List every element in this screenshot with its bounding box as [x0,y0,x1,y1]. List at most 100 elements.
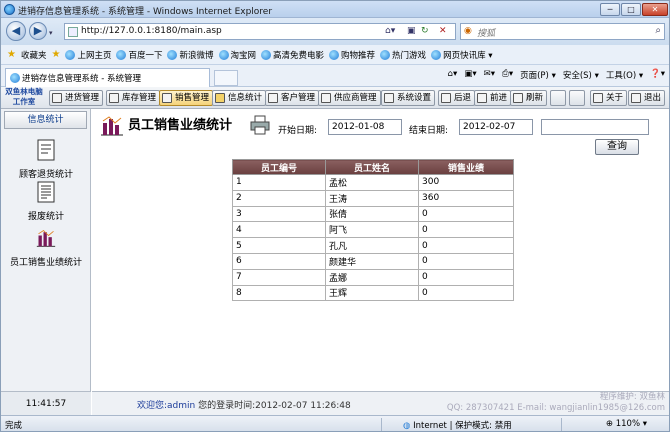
about-icon [593,93,603,103]
forward-icon [477,93,487,103]
history-dropdown-icon[interactable]: ▾ [49,29,53,37]
refresh-icon [513,93,523,103]
bar-chart-icon [36,229,56,247]
print-icon[interactable]: ⎙▾ [502,69,513,81]
favorites-label[interactable]: 收藏夹 [21,49,47,61]
maintainer-info: 程序维护: 双鱼林 QQ: 287307421 E-mail: wangjian… [446,392,665,413]
welcome-text: 欢迎您:admin 您的登录时间:2012-02-07 11:26:48 [137,401,351,411]
address-field[interactable]: http://127.0.0.1:8180/main.asp ⌂▾ ▣ ↻ ✕ [64,23,456,40]
add-favorite-icon[interactable]: ★ [51,49,60,60]
maximize-button[interactable]: □ [621,3,641,16]
browser-window: 进销存信息管理系统 - 系统管理 - Windows Internet Expl… [0,0,670,432]
report-icon [37,139,55,161]
sidebar-item-returns[interactable]: 顾客退货统计 [1,139,91,180]
sidebar-header[interactable]: 信息统计 [4,111,87,129]
ie-icon [4,4,15,15]
stop-icon[interactable]: ✕ [439,26,447,36]
ie-page-icon [167,49,178,60]
print-icon[interactable] [250,115,270,135]
ie-page-icon [65,49,76,60]
fav-item-1[interactable]: 百度一下 [116,49,162,61]
status-done: 完成 [5,421,23,431]
ie-page-icon [329,49,340,60]
app-toolbar: 双鱼林电脑工作室 进货管理 库存管理 销售管理 信息统计 客户管理 供应商管理 … [1,87,669,109]
customer-icon [268,93,278,103]
zoom-level[interactable]: ⊕ 110% ▾ [606,419,647,429]
feeds-icon[interactable]: ▣▾ [464,69,476,81]
fav-item-4[interactable]: 高清免费电影 [261,49,324,61]
ie-status-bar: 完成 ◍ Internet | 保护模式: 禁用 ⊕ 110% ▾ [1,415,669,431]
ie-page-icon [380,49,391,60]
new-tab-button[interactable] [214,70,238,86]
username: admin [167,401,196,411]
minimize-button[interactable]: ─ [600,3,620,16]
home-icon[interactable]: ⌂▾ [448,69,458,81]
forward-arrow-icon[interactable]: ▶ [29,22,47,40]
safety-menu[interactable]: 安全(S) ▾ [563,69,599,81]
help-menu[interactable]: ❓▾ [650,69,665,81]
tool-statistics[interactable]: 信息统计 [212,90,267,106]
fav-item-3[interactable]: 淘宝网 [218,49,256,61]
purchase-icon [52,93,62,103]
tool-exit[interactable]: 退出 [628,90,666,106]
sidebar-item-scrap[interactable]: 报废统计 [1,181,91,222]
compat-view-icon[interactable]: ⌂▾ [385,26,395,36]
tools-menu[interactable]: 工具(O) ▾ [606,69,643,81]
tool-back[interactable]: 后退 [438,90,476,106]
calculator-button[interactable] [550,90,566,106]
refresh-icon[interactable]: ↻ [421,26,429,36]
tool-suppliers[interactable]: 供应商管理 [318,90,381,106]
table-row: 8 王辉 0 [232,284,514,302]
fav-item-6[interactable]: 热门游戏 [380,49,426,61]
tool-settings[interactable]: 系统设置 [381,90,436,106]
sidebar-item-employee-sales[interactable]: 员工销售业绩统计 [1,227,91,268]
inventory-icon [109,93,119,103]
app-status-line: 欢迎您:admin 您的登录时间:2012-02-07 11:26:48 程序维… [92,391,669,415]
search-box[interactable]: ◉ 搜狐 ⌕ [460,23,665,40]
calendar-button[interactable] [569,90,585,106]
end-date-input[interactable]: 2012-02-07 [459,119,533,135]
tool-customers[interactable]: 客户管理 [265,90,320,106]
page-menu[interactable]: 页面(P) ▾ [520,69,556,81]
app-frame: 双鱼林电脑工作室 进货管理 库存管理 销售管理 信息统计 客户管理 供应商管理 … [1,87,669,415]
tool-refresh[interactable]: 刷新 [510,90,548,106]
start-date-input[interactable]: 2012-01-08 [328,119,402,135]
security-zone[interactable]: ◍ Internet | 保护模式: 禁用 [403,419,512,431]
table-row: 6 颜建华 0 [232,252,514,270]
fav-item-5[interactable]: 购物推荐 [329,49,375,61]
tool-purchase[interactable]: 进货管理 [49,90,104,106]
search-icon[interactable]: ⌕ [655,25,661,36]
tool-inventory[interactable]: 库存管理 [106,90,161,106]
main-content: 员工销售业绩统计 开始日期: 2012-01-08 结束日期: 2012-02-… [92,109,669,391]
zoom-icon: ⊕ [605,419,616,429]
search-placeholder[interactable]: 搜狐 [477,26,495,39]
col-header-id: 员工编号 [232,159,326,175]
url-text[interactable]: http://127.0.0.1:8180/main.asp [81,26,222,36]
folder-icon [215,93,225,103]
close-button[interactable]: ✕ [642,3,668,16]
query-button[interactable]: 查询 [595,139,639,155]
back-arrow-icon[interactable]: ◀ [6,21,26,41]
sidebar: 信息统计 顾客退货统计 报废统计 员工销售业绩统计 11:41:57 [1,109,91,415]
tool-forward[interactable]: 前进 [474,90,512,106]
tab-main[interactable]: 进销存信息管理系统 - 系统管理 [5,68,210,87]
tool-about[interactable]: 关于 [590,90,628,106]
login-time: 您的登录时间:2012-02-07 11:26:48 [198,401,351,411]
fav-item-0[interactable]: 上网主页 [65,49,111,61]
ie-page-icon [261,49,272,60]
extra-input[interactable] [541,119,649,135]
bar-chart-icon [101,115,123,135]
rss-icon[interactable]: ▣ [407,26,416,36]
start-date-label: 开始日期: [278,126,318,136]
settings-icon [384,93,394,103]
exit-icon [631,93,641,103]
fav-item-7[interactable]: 网页快讯库 ▾ [431,49,493,61]
table-row: 3 张倩 0 [232,205,514,223]
favorites-star-icon[interactable]: ★ [7,49,16,60]
report-icon [37,181,55,203]
ie-page-icon [10,73,20,83]
fav-item-2[interactable]: 新浪微博 [167,49,214,61]
end-date-label: 结束日期: [409,126,449,136]
mail-icon[interactable]: ✉▾ [484,69,495,81]
tool-sales[interactable]: 销售管理 [159,90,214,106]
